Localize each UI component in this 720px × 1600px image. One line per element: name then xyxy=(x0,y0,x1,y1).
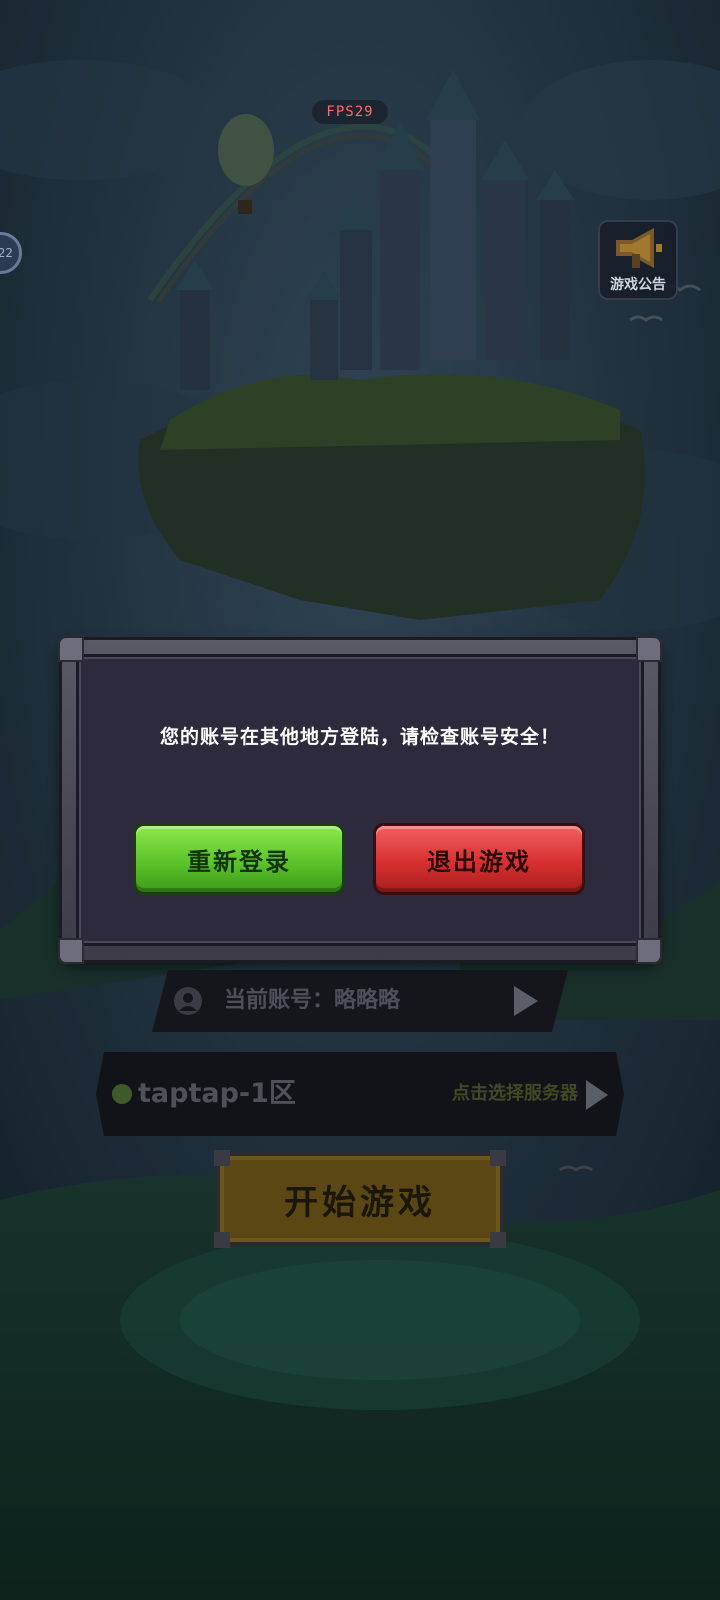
button-corner xyxy=(214,1150,230,1166)
current-account-label: 当前账号：略略略 xyxy=(224,988,401,1013)
user-icon xyxy=(174,987,202,1015)
server-selector[interactable]: taptap-1区 点击选择服务器 xyxy=(96,1052,624,1136)
server-arrow-icon[interactable] xyxy=(586,1080,608,1110)
announcement-button[interactable]: 游戏公告 xyxy=(598,220,678,300)
start-game-label: 开始游戏 xyxy=(284,1182,436,1223)
account-arrow-icon[interactable] xyxy=(514,986,538,1016)
dialog-corner xyxy=(636,636,662,662)
fps-counter: FPS29 xyxy=(312,100,388,124)
button-corner xyxy=(214,1232,230,1248)
start-game-button[interactable]: 开始游戏 xyxy=(214,1150,506,1248)
select-server-label[interactable]: 点击选择服务器 xyxy=(452,1052,578,1136)
button-corner xyxy=(490,1232,506,1248)
dialog-panel xyxy=(76,654,644,946)
dialog-corner xyxy=(58,938,84,964)
server-status-icon xyxy=(112,1084,132,1104)
button-corner xyxy=(490,1150,506,1166)
megaphone-icon xyxy=(610,224,666,278)
game-screen: FPS29 22 游戏公告 您的账号在其他地方登陆，请检查账号安全！ 重新登录 … xyxy=(0,0,720,1600)
dialog-corner xyxy=(58,636,84,662)
account-alert-dialog xyxy=(58,636,662,964)
server-name: taptap-1区 xyxy=(138,1078,296,1109)
announcement-label: 游戏公告 xyxy=(610,277,666,293)
account-bar[interactable]: 当前账号：略略略 xyxy=(152,970,568,1032)
dialog-message: 您的账号在其他地方登陆，请检查账号安全！ xyxy=(159,726,560,748)
exit-game-button[interactable]: 退出游戏 xyxy=(376,826,582,892)
dialog-corner xyxy=(636,938,662,964)
relogin-button[interactable]: 重新登录 xyxy=(136,826,342,892)
